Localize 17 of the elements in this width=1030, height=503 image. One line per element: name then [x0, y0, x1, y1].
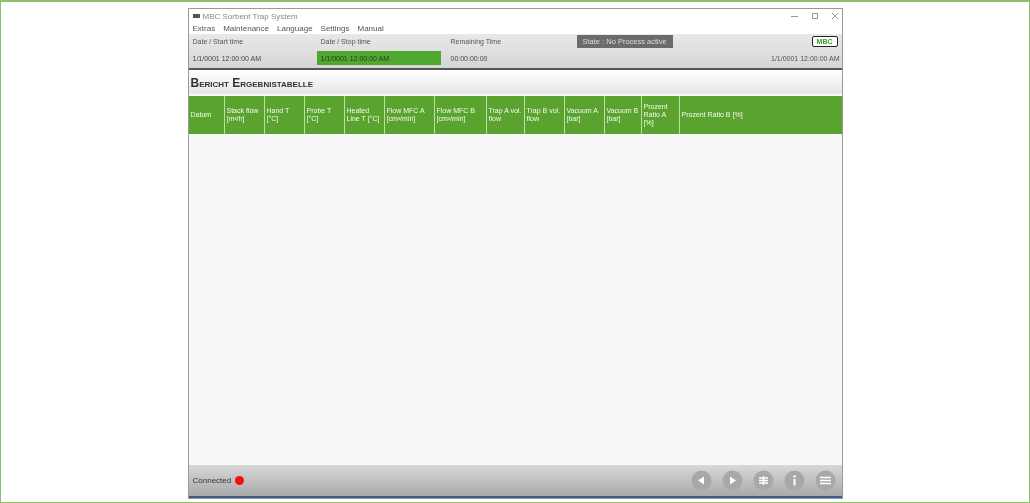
close-icon[interactable]	[831, 13, 838, 19]
minimize-icon[interactable]	[790, 15, 798, 17]
grid-icon[interactable]	[752, 470, 774, 491]
play-icon[interactable]	[721, 470, 743, 491]
connection-label: Connected	[192, 476, 232, 485]
menu-item[interactable]: Settings	[320, 24, 350, 33]
menu-icon[interactable]	[814, 470, 836, 491]
menu-item[interactable]: Language	[277, 24, 313, 33]
menu-item[interactable]: Maintenance	[223, 24, 269, 33]
back-icon[interactable]	[690, 470, 712, 491]
maximize-icon[interactable]	[811, 13, 818, 19]
app-icon	[192, 14, 200, 18]
window-title: MBC Sorbent Trap System	[202, 11, 298, 21]
menu-item[interactable]: Extras	[192, 24, 216, 33]
info-icon[interactable]	[783, 470, 805, 491]
page-heading: Bericht Ergebnistabelle	[188, 70, 842, 94]
menu-item[interactable]: Manual	[357, 24, 384, 33]
